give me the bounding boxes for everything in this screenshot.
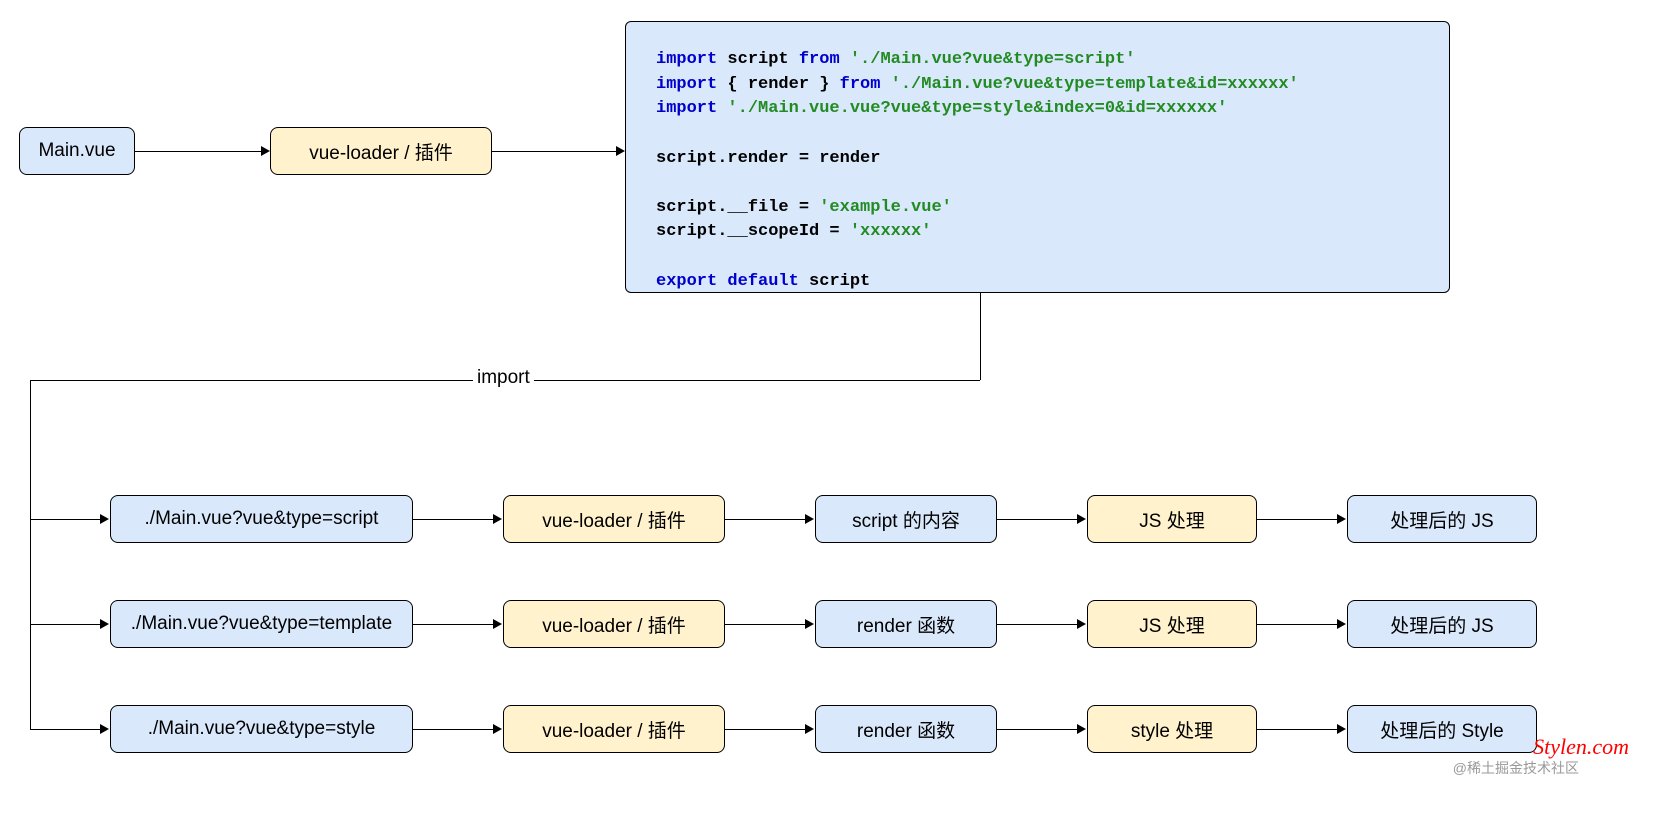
row3-result: 处理后的 Style: [1347, 705, 1537, 753]
row2-process: JS 处理: [1087, 600, 1257, 648]
row1-loader: vue-loader / 插件: [503, 495, 725, 543]
row1-content: script 的内容: [815, 495, 997, 543]
edge-label-import: import: [473, 367, 534, 389]
row1-process: JS 处理: [1087, 495, 1257, 543]
row3-file: ./Main.vue?vue&type=style: [110, 705, 413, 753]
code-block: import script from './Main.vue?vue&type=…: [625, 21, 1450, 293]
row1-result: 处理后的 JS: [1347, 495, 1537, 543]
row1-file: ./Main.vue?vue&type=script: [110, 495, 413, 543]
row3-process: style 处理: [1087, 705, 1257, 753]
row2-loader: vue-loader / 插件: [503, 600, 725, 648]
row2-file: ./Main.vue?vue&type=template: [110, 600, 413, 648]
node-main-vue: Main.vue: [19, 127, 135, 175]
node-vue-loader-top: vue-loader / 插件: [270, 127, 492, 175]
watermark: Stylen.com: [1533, 734, 1629, 760]
row3-loader: vue-loader / 插件: [503, 705, 725, 753]
row2-result: 处理后的 JS: [1347, 600, 1537, 648]
watermark-secondary: @稀土掘金技术社区: [1453, 758, 1579, 778]
row2-content: render 函数: [815, 600, 997, 648]
row3-content: render 函数: [815, 705, 997, 753]
